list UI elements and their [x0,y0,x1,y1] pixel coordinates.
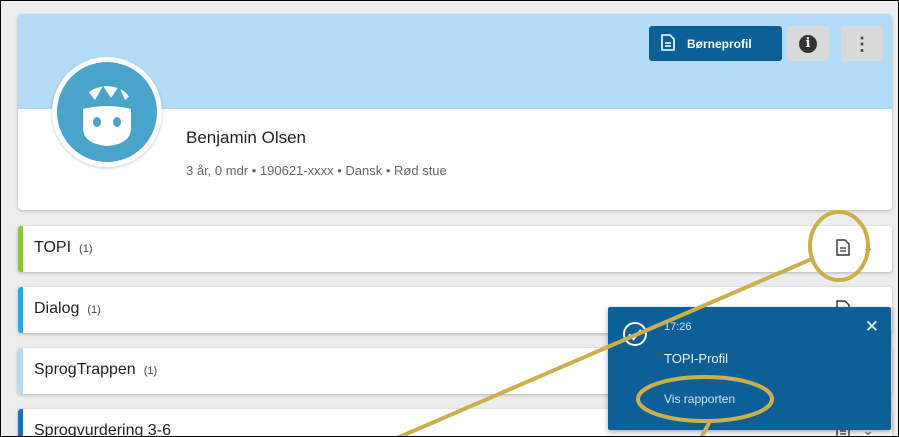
section-accent [18,348,23,394]
avatar [52,57,162,167]
section-title: TOPI (1) [34,239,93,256]
section-accent [18,226,23,272]
section-accent [18,409,23,436]
child-face-icon [57,62,157,162]
notification-toast: 17:26 ✕ TOPI-Profil Vis rapporten [608,307,891,430]
info-button[interactable]: i [787,26,829,61]
close-icon[interactable]: ✕ [865,317,879,337]
view-report-link[interactable]: Vis rapporten [664,392,735,406]
more-options-button[interactable]: ⋮ [841,26,883,61]
section-title: Sprogvurdering 3-6 [34,422,171,437]
document-icon [661,33,675,54]
info-icon: i [799,34,817,53]
child-name: Benjamin Olsen [186,128,307,147]
toast-time: 17:26 [664,321,692,333]
section-row-topi[interactable]: TOPI (1) ⌄ [18,226,892,272]
child-details: 3 år, 0 mdr • 190621-xxxx • Dansk • Rød … [186,163,447,178]
check-circle-icon [622,321,648,352]
section-accent [18,287,23,333]
section-title: Dialog (1) [34,300,101,317]
kebab-icon: ⋮ [853,33,871,54]
child-profile-button[interactable]: Børneprofil [649,26,782,61]
app-frame: Børneprofil i ⋮ Benjamin Olsen 3 år, 0 m… [0,0,899,437]
child-profile-button-label: Børneprofil [687,36,752,51]
section-title: SprogTrappen (1) [34,361,158,378]
toast-message: TOPI-Profil [664,351,729,366]
child-profile-card: Børneprofil i ⋮ Benjamin Olsen 3 år, 0 m… [18,14,892,210]
chevron-down-icon[interactable]: ⌄ [862,239,874,256]
report-document-icon[interactable] [836,239,850,261]
